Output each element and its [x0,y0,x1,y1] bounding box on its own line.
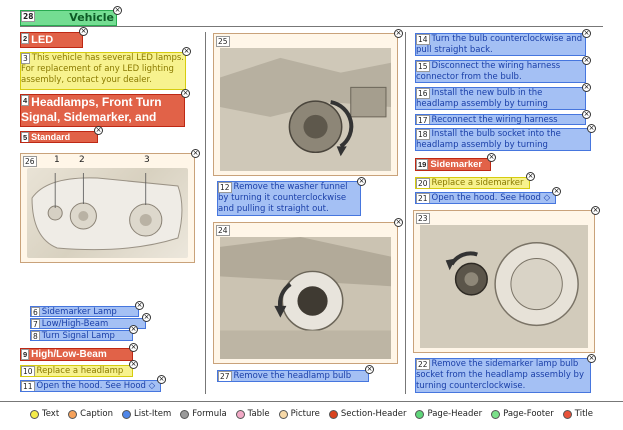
legend-swatch [68,409,78,419]
section-header-sidemarker-lamps: 19Sidemarker Lamps [415,158,491,171]
text-replace-headlamp-bulb: 10Replace a headlamp bulb: [20,365,133,377]
list-item-disconnect-harness: 15 Disconnect the wiring harness connecto… [415,60,586,83]
close-icon[interactable]: × [113,6,122,15]
close-icon[interactable]: × [182,47,191,56]
section-header-standard-headlamp: 5Standard Headlamp [20,131,98,143]
legend-item: Formula [180,409,227,419]
legend-item: Page-Footer [491,409,554,419]
legend-label: Picture [290,409,320,419]
list-item-remove-sidemarker-socket: 22 Remove the sidemarker lamp bulb socket… [415,358,591,393]
legend-swatch [122,409,131,419]
legend-label: Title [574,409,594,419]
page-header-number: 28 [21,11,36,22]
legend-label: Section-Header [340,409,407,419]
callout-2: 2 [79,155,85,165]
section-header-led-lighting: 2LED Lighting [20,32,83,48]
column-divider-left [205,32,206,394]
close-icon[interactable]: × [582,83,591,92]
list-item-open-hood: 11Open the hood. See Hood ◇ 167. [20,380,161,392]
legend-item: Title [562,409,594,419]
close-icon[interactable]: × [587,354,596,363]
legend-item: Picture [278,409,320,419]
legend-swatch [235,409,245,419]
close-icon[interactable]: × [591,206,600,215]
legend-swatch [491,409,501,419]
legend-label: Text [41,409,60,419]
close-icon[interactable]: × [157,375,166,384]
headlamp-socket-photo [220,237,391,359]
legend-swatch [180,409,190,419]
section-header-headlamps: 4 Headlamps, Front Turn Signal, Sidemarke… [20,94,185,127]
list-item-turn-signal: 8 Turn Signal Lamp [30,330,133,341]
legend-swatch [562,409,572,419]
close-icon[interactable]: × [587,124,596,133]
legend-item: Text [29,409,60,419]
legend: Text Caption List-Item Formula Table Picture S… [0,404,623,424]
legend-item: Page-Header [415,409,482,419]
legend-label: List-Item [134,409,172,419]
list-item-sidemarker-lamp: 6 Sidemarker Lamp [30,306,139,317]
legend-label: Formula [192,409,227,419]
legend-item: Caption [68,409,113,419]
close-icon[interactable]: × [582,29,591,38]
list-item-open-hood-2: 21Open the hood. See Hood ◇ 167. [415,192,556,204]
picture-washer-funnel: 25 [213,33,398,176]
list-item-remove-washer-funnel: 12 Remove the washer funnel by turning it… [217,181,361,216]
text-led-note: 3 This vehicle has several LED lamps. For… [20,52,186,90]
sidemarker-socket-photo [420,225,588,348]
page-header: 28 Vehicle Care [20,10,117,26]
close-icon[interactable]: × [135,301,144,310]
list-item-install-new-bulb: 16 Install the new bulb in the headlamp a… [415,87,586,110]
list-item-remove-headlamp-socket: 27Remove the headlamp bulb socket. [217,370,369,382]
engine-bay-photo [220,48,391,171]
close-icon[interactable]: × [394,218,403,227]
header-rule [20,26,603,27]
close-icon[interactable]: × [129,343,138,352]
close-icon[interactable]: × [191,149,200,158]
legend-label: Table [247,409,270,419]
legend-swatch [328,409,338,419]
legend-label: Page-Footer [503,409,554,419]
column-divider-right [405,32,406,394]
close-icon[interactable]: × [357,177,366,186]
callout-3: 3 [144,155,150,165]
section-header-high-low-beam: 9High/Low-Beam Headlamp [20,348,133,361]
text-replace-sidemarker-bulb: 20Replace a sidemarker bulb: [415,177,530,189]
callout-1: 1 [54,155,60,165]
close-icon[interactable]: × [129,325,138,334]
footer-rule [0,401,623,402]
legend-label: Caption [80,409,113,419]
close-icon[interactable]: × [181,89,190,98]
legend-swatch [278,409,288,419]
legend-item: Table [235,409,270,419]
legend-item: Section-Header [328,409,407,419]
close-icon[interactable]: × [365,365,374,374]
picture-sidemarker-socket: 23 [413,210,595,353]
list-item-reconnect-harness: 17Reconnect the wiring harness connector… [415,114,586,125]
close-icon[interactable]: × [582,56,591,65]
close-icon[interactable]: × [79,27,88,36]
close-icon[interactable]: × [526,172,535,181]
close-icon[interactable]: × [487,153,496,162]
close-icon[interactable]: × [394,29,403,38]
legend-swatch [415,409,425,419]
close-icon[interactable]: × [552,187,561,196]
legend-label: Page-Header [427,409,483,419]
close-icon[interactable]: × [142,313,151,322]
close-icon[interactable]: × [129,360,138,369]
picture-standard-headlamp: 26 1 2 3 [20,153,195,263]
list-item-install-socket: 18 Install the bulb socket into the headl… [415,128,591,151]
headlamp-diagram [27,168,188,258]
close-icon[interactable]: × [582,110,591,119]
close-icon[interactable]: × [94,126,103,135]
legend-swatch [29,409,39,419]
legend-item: List-Item [122,409,171,419]
picture-headlamp-socket: 24 [213,222,398,364]
list-item-turn-bulb: 14 Turn the bulb counterclockwise and pul… [415,33,586,56]
